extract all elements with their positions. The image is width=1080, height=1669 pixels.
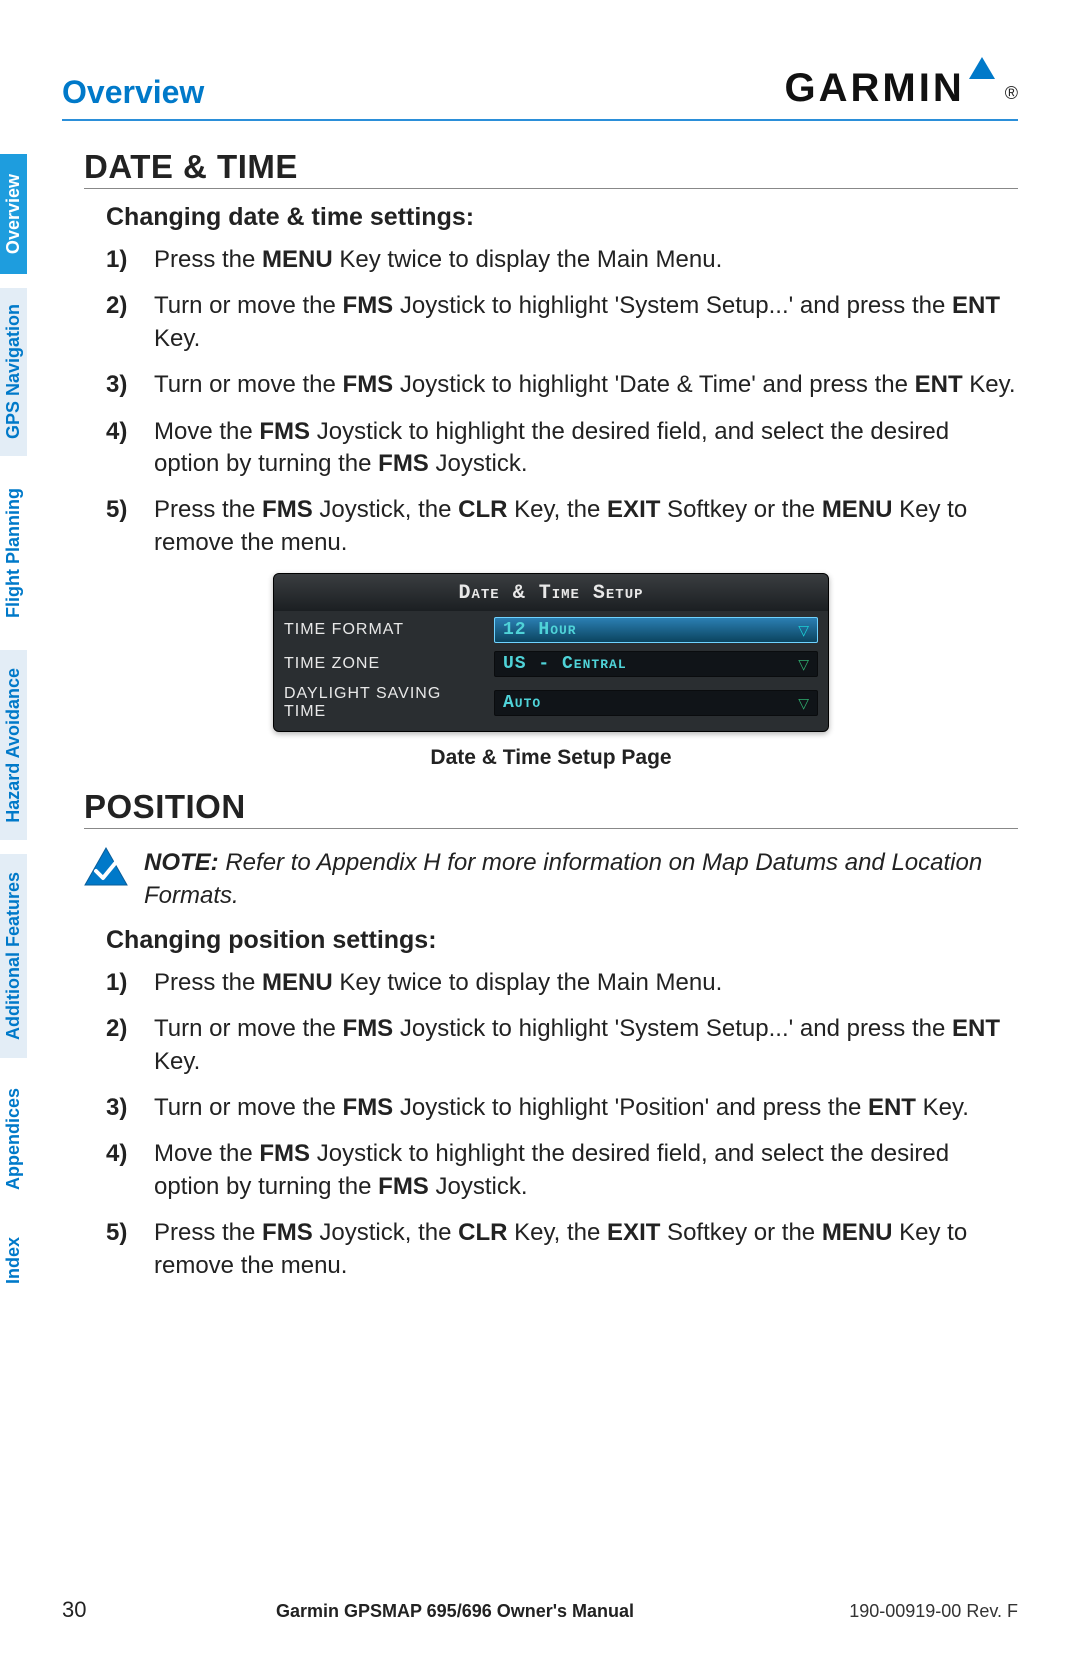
side-tabs: Overview GPS Navigation Flight Planning Haz…: [0, 154, 27, 1316]
step-text: Press the MENU Key twice to display the …: [154, 244, 722, 276]
brand-text: GARMIN: [785, 66, 965, 111]
step-number: 3): [106, 369, 136, 401]
tab-appendices[interactable]: Appendices: [0, 1072, 27, 1206]
device-body: TIME FORMAT 12 Hour ▽ TIME ZONE US - Central…: [274, 611, 828, 731]
step-text: Turn or move the FMS Joystick to highlig…: [154, 1092, 969, 1124]
step-item: 2) Turn or move the FMS Joystick to highl…: [106, 290, 1018, 355]
dropdown-triangle-icon: ▽: [798, 622, 809, 639]
step-number: 1): [106, 967, 136, 999]
tab-label: Overview: [3, 162, 24, 266]
step-text: Turn or move the FMS Joystick to highlig…: [154, 369, 1016, 401]
device-row: DAYLIGHT SAVING TIME Auto ▽: [274, 681, 828, 725]
tab-label: Index: [3, 1225, 24, 1296]
device-row-field[interactable]: 12 Hour ▽: [494, 617, 818, 643]
garmin-delta-icon: [968, 57, 996, 84]
page-header: Overview GARMIN ®: [62, 66, 1018, 121]
step-item: 5) Press the FMS Joystick, the CLR Key, t…: [106, 494, 1018, 559]
step-number: 5): [106, 494, 136, 559]
subtitle-change-date-time: Changing date & time settings:: [106, 203, 1018, 232]
step-text: Move the FMS Joystick to highlight the d…: [154, 1138, 1018, 1203]
steps-date-time: 1) Press the MENU Key twice to display th…: [106, 244, 1018, 559]
step-item: 3) Turn or move the FMS Joystick to highl…: [106, 1092, 1018, 1124]
content: DATE & TIME Changing date & time setting…: [84, 130, 1018, 1296]
tab-flight-planning[interactable]: Flight Planning: [0, 470, 27, 636]
device-row-field[interactable]: Auto ▽: [494, 690, 818, 716]
step-text: Turn or move the FMS Joystick to highlig…: [154, 1013, 1018, 1078]
footer-revision: 190-00919-00 Rev. F: [788, 1601, 1018, 1622]
tab-index[interactable]: Index: [0, 1220, 27, 1302]
section-header: Overview: [62, 74, 204, 111]
note-text: NOTE: Refer to Appendix H for more infor…: [144, 847, 1018, 912]
step-item: 2) Turn or move the FMS Joystick to highl…: [106, 1013, 1018, 1078]
step-number: 4): [106, 1138, 136, 1203]
step-number: 5): [106, 1217, 136, 1282]
section-position-title: POSITION: [84, 788, 1018, 829]
tab-gps-navigation[interactable]: GPS Navigation: [0, 288, 27, 456]
device-caption: Date & Time Setup Page: [84, 746, 1018, 770]
device-title: Date & Time Setup: [274, 574, 828, 611]
subtitle-change-position: Changing position settings:: [106, 926, 1018, 955]
step-item: 4) Move the FMS Joystick to highlight the…: [106, 1138, 1018, 1203]
note-body: Refer to Appendix H for more information…: [144, 849, 982, 908]
device-row-value: 12 Hour: [503, 620, 577, 640]
dropdown-triangle-icon: ▽: [798, 695, 809, 712]
device-row-value: Auto: [503, 693, 541, 713]
page: Overview GARMIN ® Overview GPS Navigation…: [0, 0, 1080, 1669]
step-item: 1) Press the MENU Key twice to display th…: [106, 244, 1018, 276]
steps-position: 1) Press the MENU Key twice to display th…: [106, 967, 1018, 1282]
step-number: 1): [106, 244, 136, 276]
page-footer: 30 Garmin GPSMAP 695/696 Owner's Manual …: [62, 1597, 1018, 1623]
step-number: 2): [106, 1013, 136, 1078]
step-number: 4): [106, 416, 136, 481]
step-item: 3) Turn or move the FMS Joystick to highl…: [106, 369, 1018, 401]
brand-logo: GARMIN ®: [785, 66, 1018, 111]
tab-additional-features[interactable]: Additional Features: [0, 854, 27, 1058]
device-row-label: TIME ZONE: [284, 655, 484, 673]
tab-hazard-avoidance[interactable]: Hazard Avoidance: [0, 650, 27, 840]
note-check-icon: [84, 847, 128, 896]
step-item: 4) Move the FMS Joystick to highlight the…: [106, 416, 1018, 481]
tab-label: Additional Features: [3, 860, 24, 1052]
step-number: 3): [106, 1092, 136, 1124]
section-date-time-title: DATE & TIME: [84, 148, 1018, 189]
step-text: Press the MENU Key twice to display the …: [154, 967, 722, 999]
step-item: 1) Press the MENU Key twice to display th…: [106, 967, 1018, 999]
step-text: Move the FMS Joystick to highlight the d…: [154, 416, 1018, 481]
tab-label: Appendices: [3, 1076, 24, 1202]
dropdown-triangle-icon: ▽: [798, 656, 809, 673]
device-row-label: TIME FORMAT: [284, 621, 484, 639]
step-text: Press the FMS Joystick, the CLR Key, the…: [154, 1217, 1018, 1282]
tab-label: Flight Planning: [3, 476, 24, 630]
footer-title: Garmin GPSMAP 695/696 Owner's Manual: [122, 1601, 788, 1622]
tab-label: GPS Navigation: [3, 292, 24, 451]
tab-label: Hazard Avoidance: [3, 656, 24, 835]
page-number: 30: [62, 1597, 122, 1623]
step-item: 5) Press the FMS Joystick, the CLR Key, t…: [106, 1217, 1018, 1282]
device-row-value: US - Central: [503, 654, 627, 674]
step-text: Press the FMS Joystick, the CLR Key, the…: [154, 494, 1018, 559]
step-text: Turn or move the FMS Joystick to highlig…: [154, 290, 1018, 355]
device-row: TIME FORMAT 12 Hour ▽: [274, 613, 828, 647]
note-label: NOTE:: [144, 849, 219, 876]
registered-mark: ®: [1005, 83, 1018, 104]
device-row-label: DAYLIGHT SAVING TIME: [284, 685, 484, 721]
device-row-field[interactable]: US - Central ▽: [494, 651, 818, 677]
tab-overview[interactable]: Overview: [0, 154, 27, 274]
note-block: NOTE: Refer to Appendix H for more infor…: [84, 847, 1018, 912]
step-number: 2): [106, 290, 136, 355]
device-row: TIME ZONE US - Central ▽: [274, 647, 828, 681]
device-screenshot: Date & Time Setup TIME FORMAT12 Hour▽TIM…: [273, 573, 829, 732]
